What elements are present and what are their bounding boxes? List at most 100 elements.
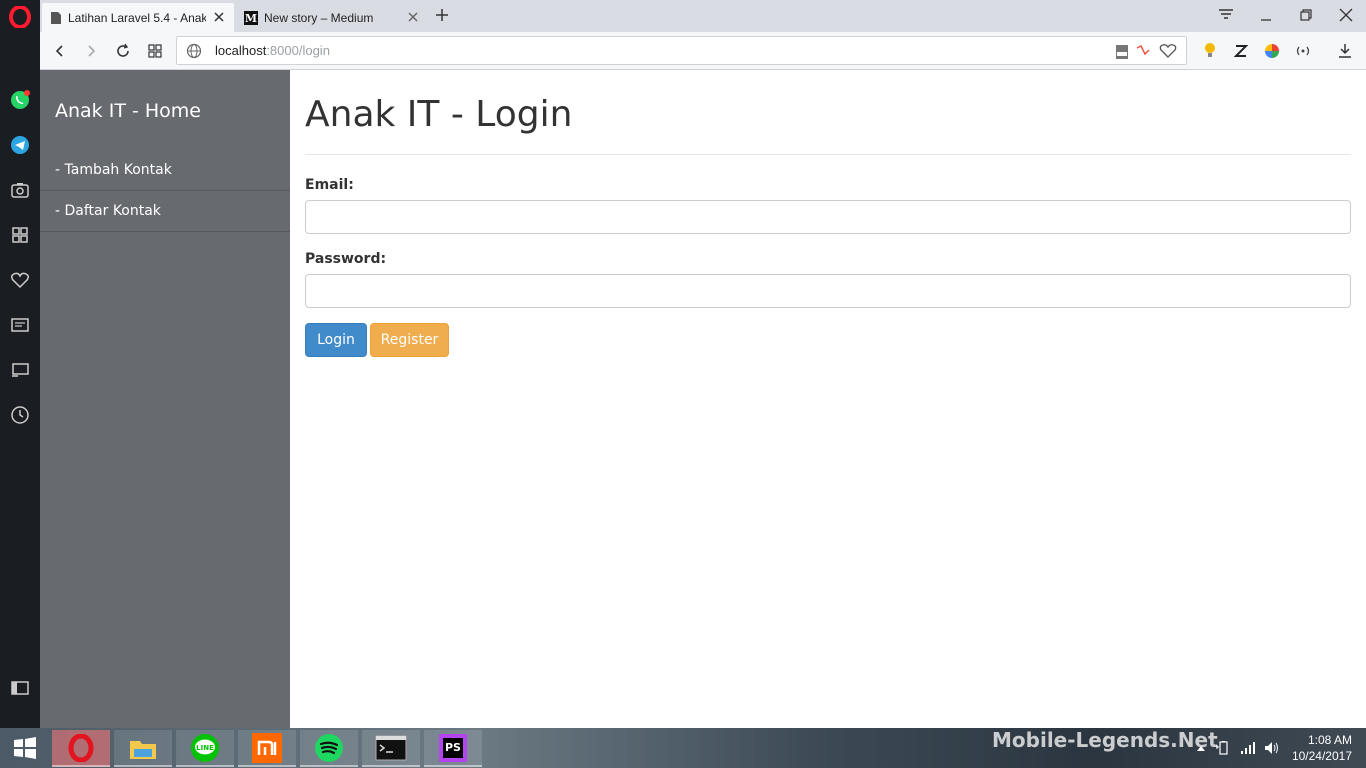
register-button[interactable]: Register (370, 323, 449, 357)
tray-overflow-button[interactable] (1192, 740, 1210, 756)
tab-title: Latihan Laravel 5.4 - Anak (68, 10, 206, 25)
app-sidebar: Anak IT - Home - Tambah Kontak - Daftar … (40, 70, 290, 728)
broadcast-icon (1296, 46, 1310, 56)
sidebar-item-daftar-kontak[interactable]: - Daftar Kontak (40, 191, 290, 232)
taskbar-mi[interactable] (238, 730, 296, 767)
tray-volume[interactable] (1263, 740, 1281, 756)
tray-battery[interactable] (1214, 740, 1232, 756)
history-icon[interactable] (8, 403, 32, 427)
document-icon (51, 11, 61, 24)
clock-time: 1:08 AM (1307, 733, 1352, 747)
reload-button[interactable] (112, 40, 134, 62)
tab-medium[interactable]: M New story – Medium (236, 3, 428, 32)
opera-sidebar (0, 0, 40, 728)
chevron-right-icon (88, 45, 96, 57)
speaker-icon (1265, 742, 1278, 754)
color-extension-button[interactable] (1261, 40, 1283, 62)
plus-icon (436, 9, 448, 21)
z-icon (1234, 45, 1248, 57)
taskbar-file-explorer[interactable] (114, 730, 172, 767)
close-icon (1339, 8, 1353, 22)
taskbar-cmd[interactable] (362, 730, 420, 767)
minimize-icon (1261, 19, 1271, 21)
close-icon[interactable] (406, 10, 420, 24)
taskbar-spotify[interactable] (300, 730, 358, 767)
url-text[interactable]: localhost:8000/login (215, 43, 330, 58)
forward-button[interactable] (80, 40, 102, 62)
tab-latihan-laravel[interactable]: Latihan Laravel 5.4 - Anak (42, 3, 234, 32)
url-path: :8000/login (266, 43, 330, 58)
grid-icon (148, 44, 162, 58)
email-input[interactable] (305, 200, 1351, 234)
tabs-icon[interactable] (8, 358, 32, 382)
broadcast-extension-button[interactable] (1292, 40, 1314, 62)
page-title: Anak IT - Login (305, 94, 573, 135)
color-wheel-icon (1265, 44, 1279, 58)
new-tab-button[interactable] (424, 0, 460, 30)
start-button[interactable] (0, 728, 50, 768)
email-label: Email: (305, 177, 354, 193)
line-icon: LINE (191, 733, 219, 762)
watermark-text: Mobile-Legends.Net (992, 728, 1218, 752)
whatsapp-icon[interactable] (8, 88, 32, 112)
sidebar-item-label: - Daftar Kontak (55, 203, 161, 219)
heart-icon[interactable] (8, 268, 32, 292)
medium-icon: M (244, 10, 258, 25)
lightbulb-icon (1205, 43, 1215, 57)
filter-icon (1219, 9, 1233, 19)
bulb-extension-button[interactable] (1199, 40, 1221, 62)
sidebar-brand-link[interactable]: Anak IT - Home (55, 100, 201, 122)
folder-icon (130, 740, 156, 759)
z-extension-button[interactable] (1230, 40, 1252, 62)
title-divider (305, 154, 1351, 155)
spotify-icon (315, 733, 343, 762)
chevron-up-icon (1197, 746, 1205, 751)
tab-menu-button[interactable] (1206, 0, 1246, 30)
camera-icon[interactable] (8, 178, 32, 202)
login-button[interactable]: Login (305, 323, 367, 357)
url-host: localhost (215, 43, 267, 58)
restore-icon (1300, 9, 1312, 21)
heart-icon[interactable] (1159, 43, 1177, 59)
web-page: Anak IT - Home - Tambah Kontak - Daftar … (40, 70, 1366, 728)
system-clock[interactable]: 1:08 AM 10/24/2017 (1292, 732, 1352, 764)
password-input[interactable] (305, 274, 1351, 308)
browser-toolbar: localhost:8000/login (40, 32, 1366, 70)
restore-button[interactable] (1286, 0, 1326, 30)
reload-icon (117, 43, 129, 57)
terminal-icon (375, 735, 407, 760)
tab-strip: Latihan Laravel 5.4 - Anak M New story –… (40, 0, 1366, 32)
opera-logo-icon[interactable] (9, 6, 31, 28)
taskbar-opera[interactable] (52, 730, 110, 767)
laravel-icon[interactable] (1135, 44, 1151, 58)
address-bar[interactable]: localhost:8000/login (176, 36, 1187, 65)
opera-icon (68, 733, 94, 762)
mi-icon (252, 732, 282, 763)
clock-date: 10/24/2017 (1291, 749, 1352, 763)
speed-dial-icon[interactable] (8, 223, 32, 247)
close-window-button[interactable] (1326, 0, 1366, 30)
telegram-icon[interactable] (8, 133, 32, 157)
sidebar-item-label: - Tambah Kontak (55, 162, 172, 178)
password-label: Password: (305, 251, 387, 267)
pdf-icon[interactable] (1115, 44, 1129, 60)
download-button[interactable] (1334, 40, 1356, 62)
minimize-button[interactable] (1246, 0, 1286, 30)
chevron-left-icon (55, 45, 63, 57)
news-icon[interactable] (8, 313, 32, 337)
speed-dial-button[interactable] (144, 40, 166, 62)
close-icon[interactable] (212, 10, 226, 24)
taskbar: LINE PS Mobile-Legends.Net 1:08 AM 10/24… (0, 728, 1366, 768)
back-button[interactable] (49, 40, 71, 62)
sidebar-item-tambah-kontak[interactable]: - Tambah Kontak (40, 150, 290, 191)
sidebar-toggle-icon[interactable] (8, 676, 32, 700)
battery-icon (1216, 741, 1228, 755)
svg-text:LINE: LINE (196, 744, 214, 752)
windows-icon (14, 737, 36, 759)
download-icon (1339, 44, 1351, 58)
taskbar-line[interactable]: LINE (176, 730, 234, 767)
tray-network[interactable] (1239, 740, 1257, 756)
svg-text:PS: PS (445, 741, 461, 754)
taskbar-phpstorm[interactable]: PS (424, 730, 482, 767)
svg-text:M: M (245, 12, 257, 25)
